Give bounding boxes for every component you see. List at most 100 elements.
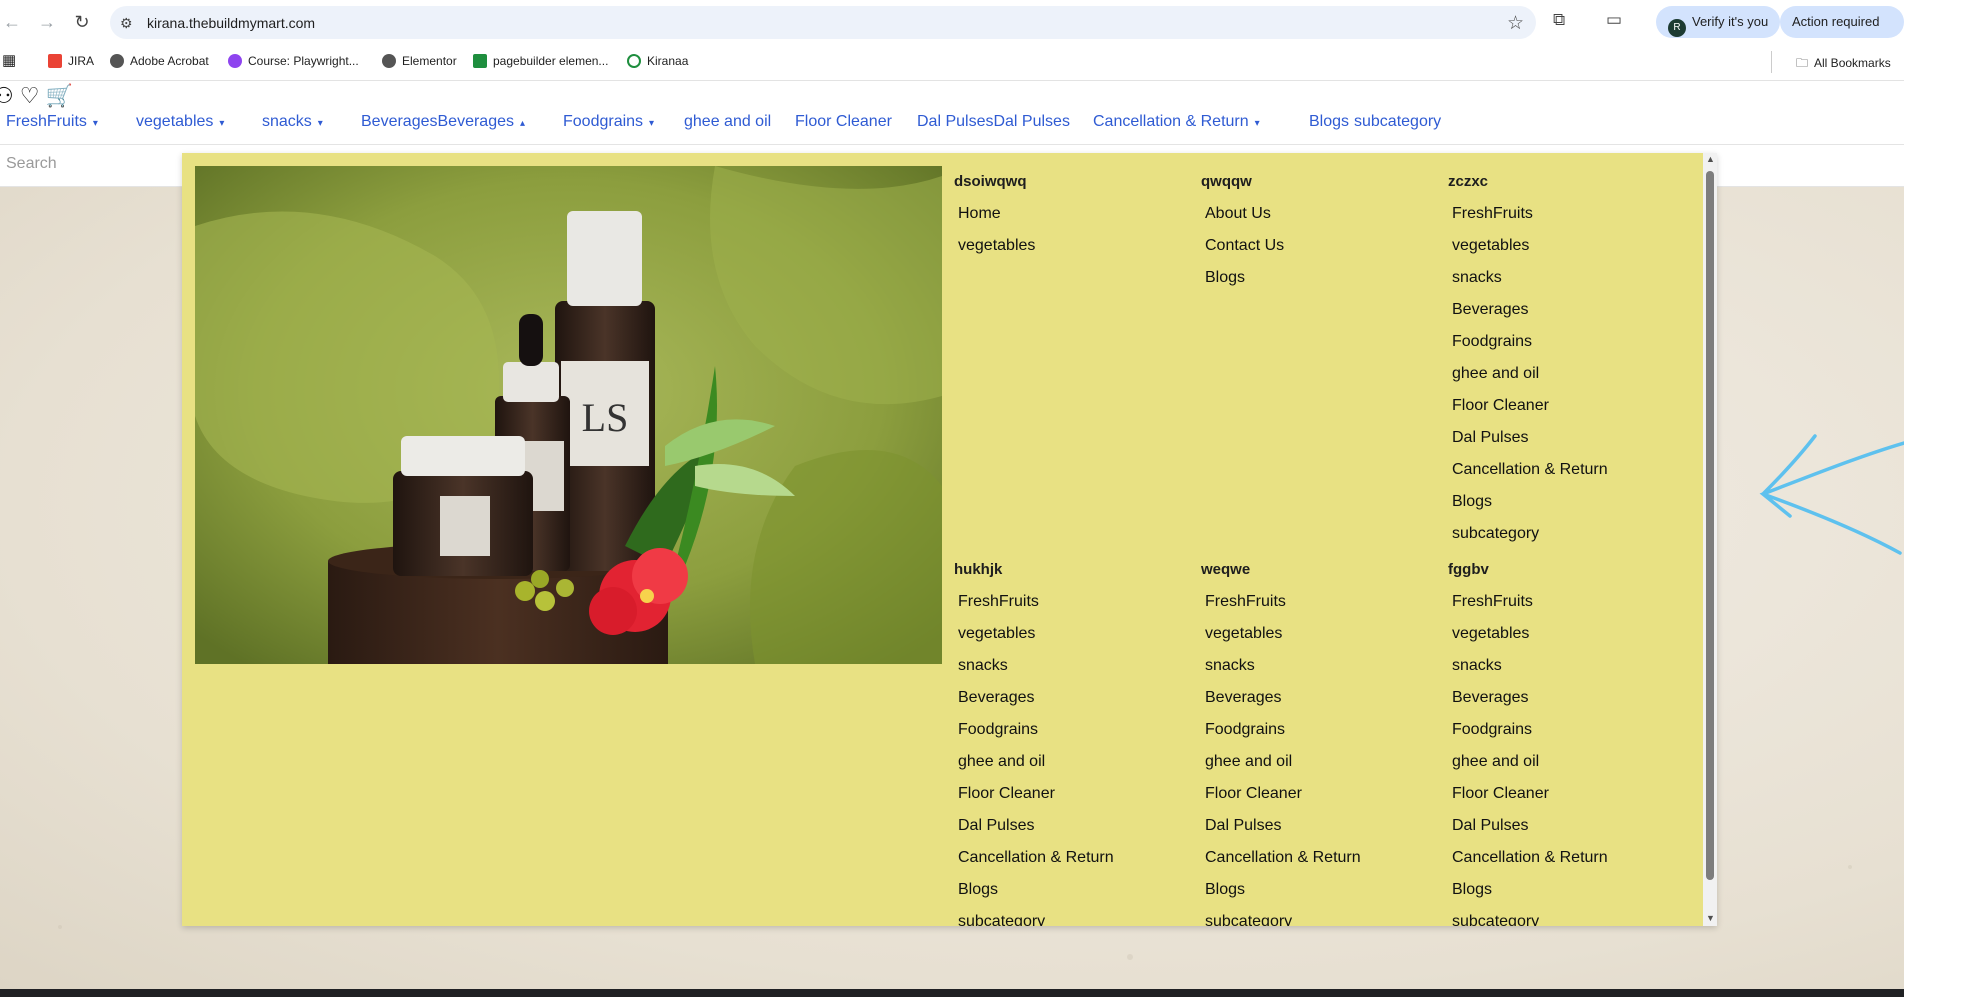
menu-label: BeveragesBeverages	[361, 113, 514, 130]
caret-down-icon: ▾	[219, 118, 225, 129]
mega-link[interactable]: Beverages	[1448, 294, 1688, 326]
tab-search-icon[interactable]: ▭	[1606, 10, 1622, 30]
mega-link[interactable]: FreshFruits	[1448, 586, 1688, 618]
mega-link[interactable]: ghee and oil	[1201, 746, 1441, 778]
mega-link[interactable]: ghee and oil	[1448, 358, 1688, 390]
bookmark-kiranaa[interactable]: Kiranaa	[627, 54, 688, 68]
mega-link[interactable]: Foodgrains	[1448, 714, 1688, 746]
cart-icon[interactable]: 🛒	[45, 83, 78, 108]
mega-link[interactable]: snacks	[1201, 650, 1441, 682]
mega-link[interactable]: vegetables	[1448, 230, 1688, 262]
mega-menu-scrollbar[interactable]: ▲ ▼	[1703, 153, 1717, 926]
mega-link[interactable]: FreshFruits	[1201, 586, 1441, 618]
action-required-button[interactable]: Action required ⋮	[1780, 6, 1904, 61]
site-info-icon[interactable]: ⚙	[120, 15, 133, 32]
mega-link[interactable]: Beverages	[954, 682, 1194, 714]
menu-item-dal-pulses[interactable]: Dal PulsesDal Pulses	[917, 113, 1070, 131]
mega-link[interactable]: Dal Pulses	[1201, 810, 1441, 842]
mega-link[interactable]: snacks	[1448, 650, 1688, 682]
bookmark-star-icon[interactable]: ☆	[1507, 12, 1524, 35]
mega-link[interactable]: vegetables	[954, 618, 1194, 650]
scrollbar-thumb[interactable]	[1706, 171, 1714, 880]
globe-icon	[382, 54, 396, 68]
mega-link[interactable]: Foodgrains	[954, 714, 1194, 746]
mega-link[interactable]: Floor Cleaner	[1201, 778, 1441, 810]
mega-link[interactable]: Cancellation & Return	[1201, 842, 1441, 874]
all-bookmarks-label: All Bookmarks	[1814, 56, 1891, 70]
bookmark-label: pagebuilder elemen...	[493, 54, 609, 68]
apps-grid-icon[interactable]: ▦	[2, 51, 16, 69]
bookmark-jira[interactable]: JIRA	[48, 54, 94, 68]
mega-link[interactable]: Blogs	[1201, 262, 1441, 294]
mega-link[interactable]: vegetables	[954, 230, 1194, 262]
menu-item-foodgrains[interactable]: Foodgrains ▾	[563, 113, 654, 131]
mega-link[interactable]: Floor Cleaner	[954, 778, 1194, 810]
menu-item-freshfruits[interactable]: FreshFruits ▾	[6, 113, 98, 131]
bookmark-adobe[interactable]: Adobe Acrobat	[110, 54, 209, 68]
mega-link[interactable]: snacks	[1448, 262, 1688, 294]
mega-link[interactable]: subcategory	[1201, 906, 1441, 926]
mega-link[interactable]: Dal Pulses	[1448, 422, 1688, 454]
bookmark-course[interactable]: Course: Playwright...	[228, 54, 359, 68]
mega-link[interactable]: snacks	[954, 650, 1194, 682]
forward-icon[interactable]: →	[35, 10, 59, 34]
mega-link[interactable]: Cancellation & Return	[954, 842, 1194, 874]
scroll-up-icon[interactable]: ▲	[1706, 154, 1715, 164]
menu-item-cancellation[interactable]: Cancellation & Return ▾	[1093, 113, 1260, 131]
back-icon[interactable]: ←	[0, 10, 24, 34]
mega-link[interactable]: subcategory	[1448, 906, 1688, 926]
user-icon[interactable]: ⚇	[0, 83, 20, 108]
mega-link[interactable]: Blogs	[954, 874, 1194, 906]
extensions-icon[interactable]: ⧉	[1553, 10, 1565, 30]
mega-link[interactable]: Beverages	[1448, 682, 1688, 714]
mega-link[interactable]: vegetables	[1448, 618, 1688, 650]
mega-link[interactable]: Blogs	[1448, 874, 1688, 906]
mega-link[interactable]: Contact Us	[1201, 230, 1441, 262]
bookmark-elementor[interactable]: Elementor	[382, 54, 457, 68]
heart-icon[interactable]: ♡	[20, 83, 46, 108]
scroll-down-icon[interactable]: ▼	[1706, 913, 1715, 923]
menu-item-subcategory[interactable]: subcategory	[1354, 113, 1441, 131]
mega-column-title: hukhjk	[954, 561, 1003, 578]
menu-item-ghee-and-oil[interactable]: ghee and oil	[684, 113, 771, 131]
mega-link[interactable]: subcategory	[1448, 518, 1688, 550]
search-input[interactable]: Search	[6, 155, 57, 173]
url-text[interactable]: kirana.thebuildmymart.com	[147, 15, 315, 31]
mega-column-dsoiwqwq: dsoiwqwq Home vegetables	[954, 166, 1194, 262]
mega-link[interactable]: FreshFruits	[954, 586, 1194, 618]
mega-column-qwqqw: qwqqw About Us Contact Us Blogs	[1201, 166, 1441, 294]
menu-item-vegetables[interactable]: vegetables ▾	[136, 113, 224, 131]
mega-link[interactable]: Beverages	[1201, 682, 1441, 714]
mega-link[interactable]: Cancellation & Return	[1448, 842, 1688, 874]
mega-link[interactable]: ghee and oil	[1448, 746, 1688, 778]
mega-link[interactable]: FreshFruits	[1448, 198, 1688, 230]
mega-link[interactable]: Floor Cleaner	[1448, 390, 1688, 422]
bookmark-label: Kiranaa	[647, 54, 689, 68]
mega-link[interactable]: ghee and oil	[954, 746, 1194, 778]
verify-profile-button[interactable]: R Verify it's you	[1656, 6, 1781, 38]
mega-link[interactable]: Dal Pulses	[1448, 810, 1688, 842]
reload-icon[interactable]: ↻	[70, 10, 94, 34]
mega-link[interactable]: subcategory	[954, 906, 1194, 926]
mega-link[interactable]: Dal Pulses	[954, 810, 1194, 842]
mega-link[interactable]: Home	[954, 198, 1194, 230]
mega-link[interactable]: Foodgrains	[1448, 326, 1688, 358]
menu-label: snacks	[262, 113, 312, 130]
mega-menu-banner-image[interactable]: LS	[195, 166, 942, 664]
menu-item-blogs[interactable]: Blogs	[1309, 113, 1349, 131]
menu-item-beverages[interactable]: BeveragesBeverages ▴	[361, 113, 525, 131]
menu-item-snacks[interactable]: snacks ▾	[262, 113, 323, 131]
menu-label: ghee and oil	[684, 113, 772, 130]
mega-link[interactable]: About Us	[1201, 198, 1441, 230]
mega-link[interactable]: Blogs	[1201, 874, 1441, 906]
menu-item-floor-cleaner[interactable]: Floor Cleaner	[795, 113, 892, 131]
mega-link[interactable]: Cancellation & Return	[1448, 454, 1688, 486]
mega-link[interactable]: vegetables	[1201, 618, 1441, 650]
mega-link[interactable]: Floor Cleaner	[1448, 778, 1688, 810]
mega-link[interactable]: Foodgrains	[1201, 714, 1441, 746]
mega-column-zczxc: zczxc FreshFruits vegetables snacks Beve…	[1448, 166, 1688, 550]
mega-link[interactable]: Blogs	[1448, 486, 1688, 518]
bookmark-pagebuilder[interactable]: pagebuilder elemen...	[473, 54, 608, 68]
all-bookmarks[interactable]: 🗀 All Bookmarks	[1796, 54, 1891, 75]
address-bar[interactable]: ⚙ kirana.thebuildmymart.com ☆	[110, 6, 1536, 39]
